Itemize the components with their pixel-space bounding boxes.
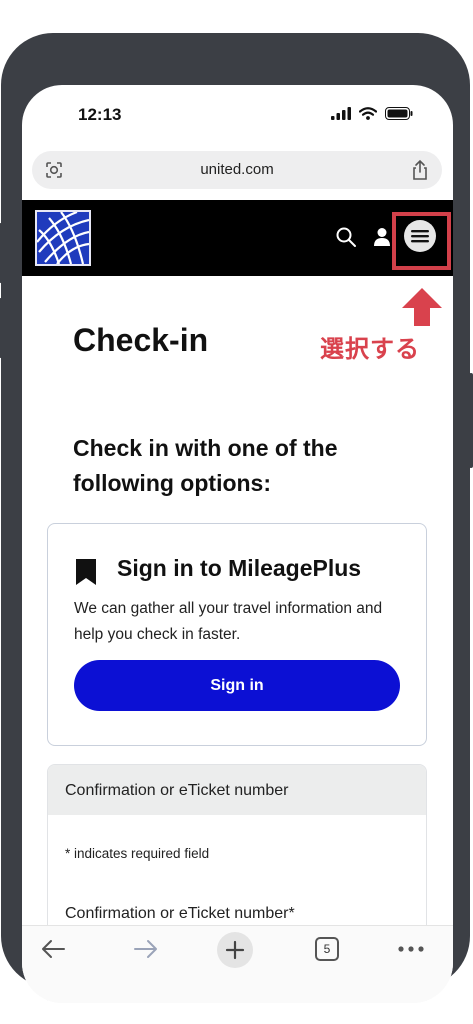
forward-arrow-icon[interactable] [133, 938, 159, 960]
address-bar[interactable]: united.com [32, 151, 442, 189]
menu-highlight-box [392, 212, 451, 270]
volume-down-button [0, 298, 2, 358]
url-text[interactable]: united.com [32, 161, 442, 178]
required-field-note: * indicates required field [65, 846, 210, 861]
sign-in-button[interactable]: Sign in [74, 660, 400, 711]
signin-card-title: Sign in to MileagePlus [117, 555, 362, 581]
form-header: Confirmation or eTicket number [48, 765, 426, 815]
signin-card: Sign in to MileagePlus We can gather all… [47, 523, 427, 746]
options-heading: Check in with one of the following optio… [73, 435, 338, 496]
wifi-icon [359, 107, 377, 120]
site-header [22, 200, 453, 276]
bookmark-icon [76, 559, 96, 585]
form-section-title: Confirmation or eTicket number [65, 782, 289, 799]
signin-card-description: We can gather all your travel informatio… [74, 600, 383, 643]
browser-toolbar: 5 [22, 925, 453, 1003]
search-icon[interactable] [335, 226, 357, 248]
battery-icon [385, 107, 413, 120]
power-button [469, 373, 473, 468]
status-icons [331, 107, 413, 120]
status-time: 12:13 [78, 105, 122, 124]
more-icon[interactable] [398, 946, 424, 952]
back-arrow-icon[interactable] [40, 938, 66, 960]
phone-screen: 12:13 united.com 選択する Check-in Check in … [22, 85, 453, 1003]
globe-logo-graphic [37, 212, 89, 264]
signal-icon [331, 107, 351, 120]
page-title: Check-in [73, 322, 209, 358]
phone-frame: 12:13 united.com 選択する Check-in Check in … [0, 33, 473, 1003]
plus-icon [225, 940, 245, 960]
volume-up-button [0, 223, 2, 283]
annotation-label: 選択する [320, 336, 420, 363]
confirmation-field-label: Confirmation or eTicket number* [65, 905, 295, 922]
share-icon[interactable] [410, 159, 430, 181]
user-icon[interactable] [373, 227, 391, 247]
up-arrow-icon [402, 288, 442, 326]
globe-logo-icon[interactable] [35, 210, 91, 266]
tabs-icon[interactable]: 5 [315, 937, 339, 961]
new-tab-button[interactable] [217, 932, 253, 968]
